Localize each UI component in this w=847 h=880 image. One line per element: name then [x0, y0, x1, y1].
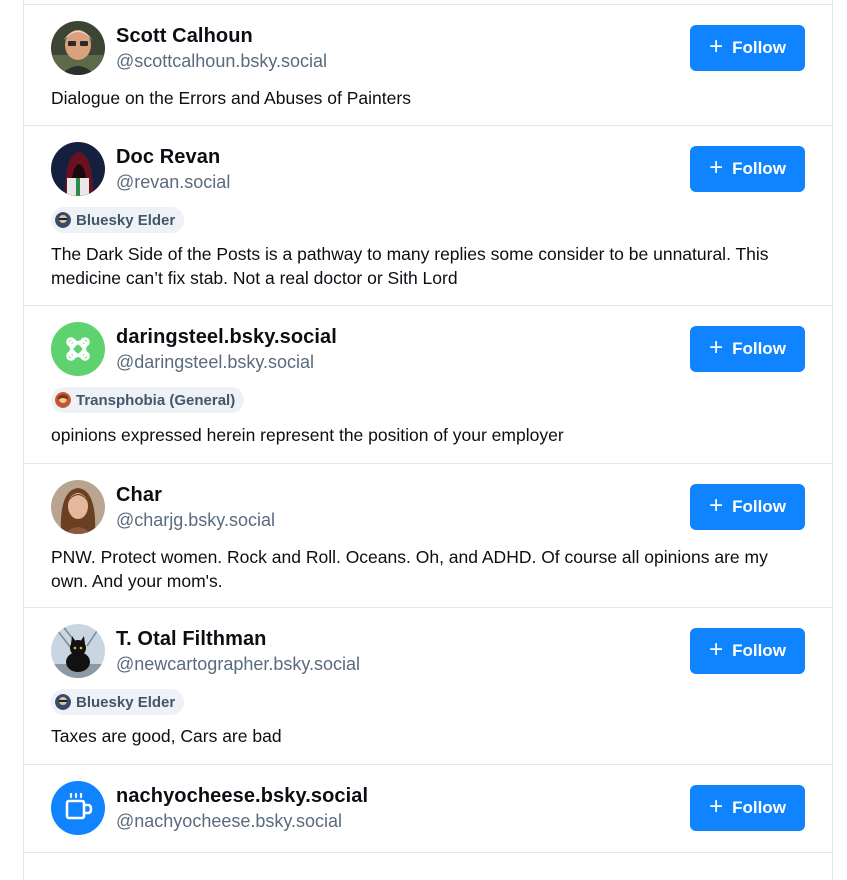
follow-label: Follow: [732, 497, 786, 516]
elder-badge-icon: [55, 694, 71, 710]
follow-button[interactable]: + Follow: [690, 326, 805, 372]
label-badge[interactable]: Bluesky Elder: [51, 689, 185, 715]
display-name[interactable]: daringsteel.bsky.social: [116, 326, 337, 349]
plus-icon: +: [709, 793, 724, 820]
green-knot-avatar[interactable]: [51, 322, 105, 376]
user-handle: @newcartographer.bsky.social: [116, 654, 361, 674]
badge-label: Bluesky Elder: [76, 693, 176, 711]
user-bio: The Dark Side of the Posts is a pathway …: [51, 244, 769, 288]
user-bio: Dialogue on the Errors and Abuses of Pai…: [51, 88, 411, 108]
user-row[interactable]: nachyocheese.bsky.social @nachyocheese.b…: [24, 765, 832, 853]
follow-label: Follow: [732, 339, 786, 358]
portrait-photo-avatar[interactable]: [51, 21, 105, 75]
plus-icon: +: [709, 492, 724, 519]
user-handle: @nachyocheese.bsky.social: [116, 811, 343, 831]
labeler-badge-icon: [55, 392, 71, 408]
display-name[interactable]: T. Otal Filthman: [116, 628, 267, 651]
user-bio: PNW. Protect women. Rock and Roll. Ocean…: [51, 547, 768, 591]
plus-icon: +: [709, 334, 724, 361]
user-handle: @daringsteel.bsky.social: [116, 352, 315, 372]
follow-button[interactable]: + Follow: [690, 25, 805, 71]
follow-button[interactable]: + Follow: [690, 146, 805, 192]
woman-portrait-avatar[interactable]: [51, 480, 105, 534]
label-badge[interactable]: Transphobia (General): [51, 387, 245, 413]
follow-button[interactable]: + Follow: [690, 484, 805, 530]
display-name[interactable]: nachyocheese.bsky.social: [116, 785, 368, 808]
follow-button[interactable]: + Follow: [690, 785, 805, 831]
display-name[interactable]: Scott Calhoun: [116, 25, 253, 48]
user-row[interactable]: Doc Revan @revan.social + Follow Bluesky…: [24, 126, 832, 306]
user-row[interactable]: Char @charjg.bsky.social + Follow PNW. P…: [24, 464, 832, 608]
black-cat-avatar[interactable]: [51, 624, 105, 678]
display-name[interactable]: Doc Revan: [116, 146, 220, 169]
follow-label: Follow: [732, 641, 786, 660]
elder-badge-icon: [55, 212, 71, 228]
user-row[interactable]: T. Otal Filthman @newcartographer.bsky.s…: [24, 608, 832, 765]
user-list: Scott Calhoun @scottcalhoun.bsky.social …: [23, 0, 833, 880]
user-row[interactable]: daringsteel.bsky.social @daringsteel.bsk…: [24, 306, 832, 464]
user-bio: opinions expressed herein represent the …: [51, 425, 564, 445]
user-handle: @charjg.bsky.social: [116, 510, 275, 530]
display-name[interactable]: Char: [116, 484, 162, 507]
coffee-cup-avatar[interactable]: [51, 781, 105, 835]
user-row[interactable]: Scott Calhoun @scottcalhoun.bsky.social …: [24, 5, 832, 126]
plus-icon: +: [709, 33, 724, 60]
user-bio: Taxes are good, Cars are bad: [51, 726, 282, 746]
follow-label: Follow: [732, 159, 786, 178]
plus-icon: +: [709, 154, 724, 181]
hooded-figure-avatar[interactable]: [51, 142, 105, 196]
badge-label: Transphobia (General): [76, 391, 236, 409]
follow-label: Follow: [732, 798, 786, 817]
user-handle: @scottcalhoun.bsky.social: [116, 51, 328, 71]
plus-icon: +: [709, 636, 724, 663]
follow-button[interactable]: + Follow: [690, 628, 805, 674]
user-handle: @revan.social: [116, 172, 231, 192]
label-badge[interactable]: Bluesky Elder: [51, 207, 185, 233]
follow-label: Follow: [732, 38, 786, 57]
badge-label: Bluesky Elder: [76, 211, 176, 229]
